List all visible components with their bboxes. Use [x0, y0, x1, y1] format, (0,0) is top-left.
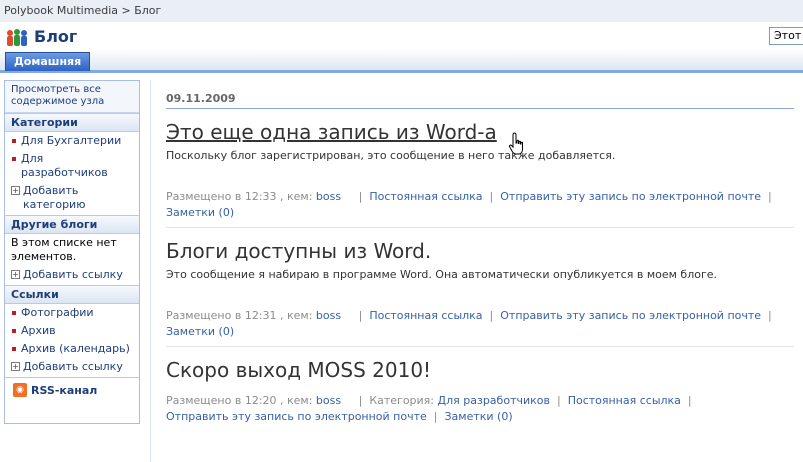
add-link-label: Добавить ссылку — [23, 360, 123, 373]
top-nav: Домашняя — [0, 50, 803, 73]
page-title: Блог — [34, 27, 78, 46]
links-item-archive-calendar[interactable]: Архив (календарь) — [5, 340, 139, 358]
breadcrumb-separator: > — [121, 4, 131, 17]
post-author-link[interactable]: boss — [316, 309, 341, 322]
post-body: Поскольку блог зарегистрирован, это сооб… — [166, 149, 616, 162]
links-heading[interactable]: Ссылки — [5, 285, 139, 304]
links-item-photos[interactable]: Фотографии — [5, 304, 139, 322]
comments-link[interactable]: Заметки (0) — [166, 325, 234, 338]
links-item-label: Архив — [21, 324, 56, 337]
permalink-link[interactable]: Постоянная ссылка — [369, 190, 482, 203]
blog-posts: 09.11.2009 Это еще одна запись из Word-а… — [166, 92, 794, 431]
bullet-icon — [12, 139, 16, 143]
add-category-label: Добавить категорию — [23, 184, 86, 211]
links-item-archive[interactable]: Архив — [5, 322, 139, 340]
blog-post: Это еще одна запись из Word-а Поскольку … — [166, 119, 794, 228]
comments-link[interactable]: Заметки (0) — [445, 410, 513, 423]
email-post-link[interactable]: Отправить эту запись по электронной почт… — [166, 410, 427, 423]
top-bar: Polybook Multimedia > Блог — [0, 0, 803, 23]
links-item-label: Архив (календарь) — [21, 342, 130, 355]
other-blogs-heading[interactable]: Другие блоги — [5, 215, 139, 234]
post-footer: Размещено в 12:31 , кем: boss | Постоянн… — [166, 309, 772, 338]
bullet-icon — [12, 157, 16, 161]
date-heading: 09.11.2009 — [166, 92, 794, 109]
post-category-label: Категория: — [369, 394, 435, 407]
links-item-label: Фотографии — [21, 306, 94, 319]
bullet-icon — [12, 329, 16, 333]
category-item-developers[interactable]: Для разработчиков — [5, 150, 139, 182]
title-row: Блог Этот — [0, 22, 803, 50]
email-post-link[interactable]: Отправить эту запись по электронной почт… — [500, 190, 761, 203]
add-blog-link[interactable]: + Добавить ссылку — [5, 266, 139, 285]
post-footer: Размещено в 12:33 , кем: boss | Постоянн… — [166, 190, 772, 219]
category-item-accounting[interactable]: Для Бухгалтерии — [5, 132, 139, 150]
view-all-content-link[interactable]: Просмотреть все содержимое узла — [5, 81, 139, 113]
post-posted-text: Размещено в 12:31 , кем: — [166, 309, 313, 322]
bullet-icon — [12, 347, 16, 351]
rss-icon: ◉ — [13, 383, 27, 397]
permalink-link[interactable]: Постоянная ссылка — [369, 309, 482, 322]
post-footer: Размещено в 12:20 , кем: boss | Категори… — [166, 394, 692, 423]
post-author-link[interactable]: boss — [316, 394, 341, 407]
post-author-link[interactable]: boss — [316, 190, 341, 203]
left-nav: Просмотреть все содержимое узла Категори… — [4, 80, 140, 424]
post-title-link[interactable]: Это еще одна запись из Word-а — [166, 119, 794, 145]
post-posted-text: Размещено в 12:20 , кем: — [166, 394, 313, 407]
add-link-link[interactable]: + Добавить ссылку — [5, 358, 139, 377]
rss-label: RSS-канал — [31, 384, 98, 397]
post-title[interactable]: Блоги доступны из Word. — [166, 238, 794, 264]
post-body: Это сообщение я набираю в программе Word… — [166, 268, 718, 281]
permalink-link[interactable]: Постоянная ссылка — [568, 394, 681, 407]
add-link-label: Добавить ссылку — [23, 268, 123, 281]
email-post-link[interactable]: Отправить эту запись по электронной почт… — [500, 309, 761, 322]
post-category-link[interactable]: Для разработчиков — [438, 394, 550, 407]
other-blogs-empty-text: В этом списке нет элементов. — [11, 236, 117, 263]
breadcrumb: Polybook Multimedia > Блог — [4, 4, 161, 17]
plus-icon: + — [11, 362, 20, 371]
people-icon — [7, 29, 27, 46]
blog-post: Блоги доступны из Word. Это сообщение я … — [166, 238, 794, 347]
breadcrumb-site-link[interactable]: Polybook Multimedia — [4, 4, 118, 17]
hand-cursor-icon — [508, 132, 523, 155]
rss-feed-link[interactable]: ◉ RSS-канал — [5, 377, 139, 403]
breadcrumb-current: Блог — [134, 4, 162, 17]
tab-home[interactable]: Домашняя — [5, 52, 91, 71]
comments-link[interactable]: Заметки (0) — [166, 206, 234, 219]
plus-icon: + — [11, 270, 20, 279]
category-item-label: Для разработчиков — [21, 152, 108, 179]
add-category-link[interactable]: + Добавить категорию — [5, 182, 139, 215]
blog-post: Скоро выход MOSS 2010! Размещено в 12:20… — [166, 357, 794, 431]
search-scope-dropdown[interactable]: Этот — [769, 27, 803, 45]
categories-heading[interactable]: Категории — [5, 113, 139, 132]
post-posted-text: Размещено в 12:33 , кем: — [166, 190, 313, 203]
bullet-icon — [12, 311, 16, 315]
post-title[interactable]: Скоро выход MOSS 2010! — [166, 357, 794, 383]
plus-icon: + — [11, 186, 20, 195]
category-item-label: Для Бухгалтерии — [21, 134, 122, 147]
